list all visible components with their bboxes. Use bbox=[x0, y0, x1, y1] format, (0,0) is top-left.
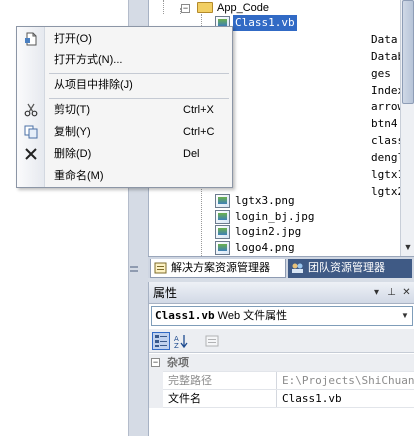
pin-icon[interactable]: ⊥ bbox=[385, 286, 398, 299]
property-row-file-name[interactable]: 文件名 Class1.vb bbox=[149, 390, 414, 408]
collapse-icon[interactable]: − bbox=[151, 358, 160, 367]
context-menu: 打开(O) 打开方式(N)... 从项目中排除(J) 剪切(T) Ctrl+X … bbox=[16, 26, 233, 188]
splitter-grip bbox=[130, 266, 138, 268]
team-icon bbox=[292, 263, 303, 273]
explorer-tab-strip: 解决方案资源管理器 团队资源管理器 bbox=[148, 256, 414, 278]
dropdown-arrow-icon[interactable]: ▾ bbox=[370, 286, 383, 299]
properties-title-bar: 属性 ▾ ⊥ ✕ bbox=[149, 282, 414, 304]
tree-line bbox=[163, 0, 164, 14]
tab-solution-explorer[interactable]: 解决方案资源管理器 bbox=[150, 259, 286, 278]
property-pages-icon bbox=[205, 335, 219, 347]
image-file-icon bbox=[215, 225, 230, 239]
properties-panel: 属性 ▾ ⊥ ✕ Class1.vb Web 文件属性 ▼ A Z − 杂项 完… bbox=[148, 282, 414, 436]
tree-scrollbar[interactable]: ▼ bbox=[400, 0, 414, 256]
properties-toolbar: A Z bbox=[149, 329, 414, 353]
scrollbar-thumb[interactable] bbox=[402, 0, 414, 104]
image-file-icon bbox=[215, 241, 230, 255]
image-file-icon bbox=[215, 210, 230, 224]
alphabetical-button[interactable]: A Z bbox=[172, 332, 190, 350]
property-row-full-path[interactable]: 完整路径 E:\Projects\ShiChuang bbox=[149, 372, 414, 390]
object-selector[interactable]: Class1.vb Web 文件属性 ▼ bbox=[151, 306, 413, 326]
menu-item-exclude[interactable]: 从项目中排除(J) bbox=[17, 75, 232, 95]
image-file-icon bbox=[215, 194, 230, 208]
scroll-down-arrow-icon[interactable]: ▼ bbox=[402, 240, 414, 254]
tab-team-explorer[interactable]: 团队资源管理器 bbox=[288, 259, 412, 278]
property-category[interactable]: − 杂项 bbox=[149, 354, 414, 372]
sort-az-icon: A Z bbox=[174, 335, 188, 350]
open-file-icon bbox=[25, 32, 37, 46]
delete-x-icon bbox=[25, 148, 37, 160]
menu-separator bbox=[49, 73, 229, 74]
close-icon[interactable]: ✕ bbox=[400, 286, 413, 299]
menu-item-rename[interactable]: 重命名(M) bbox=[17, 166, 232, 186]
menu-separator bbox=[49, 98, 229, 99]
copy-icon bbox=[24, 125, 38, 139]
menu-item-open[interactable]: 打开(O) bbox=[17, 29, 232, 49]
solution-icon bbox=[154, 262, 167, 274]
collapse-icon[interactable]: − bbox=[181, 4, 190, 13]
properties-title: 属性 bbox=[153, 286, 178, 300]
menu-item-open-with[interactable]: 打开方式(N)... bbox=[17, 50, 232, 70]
property-pages-button[interactable] bbox=[203, 332, 221, 350]
folder-icon bbox=[197, 2, 213, 13]
categorized-button[interactable] bbox=[152, 332, 170, 350]
categorized-icon bbox=[155, 335, 167, 347]
splitter-grip bbox=[130, 270, 138, 272]
menu-item-cut[interactable]: 剪切(T) Ctrl+X bbox=[17, 100, 232, 120]
svg-text:Z: Z bbox=[174, 342, 179, 349]
scissors-icon bbox=[24, 103, 38, 117]
menu-item-copy[interactable]: 复制(Y) Ctrl+C bbox=[17, 122, 232, 142]
menu-item-delete[interactable]: 删除(D) Del bbox=[17, 144, 232, 164]
chevron-down-icon[interactable]: ▼ bbox=[398, 307, 412, 325]
